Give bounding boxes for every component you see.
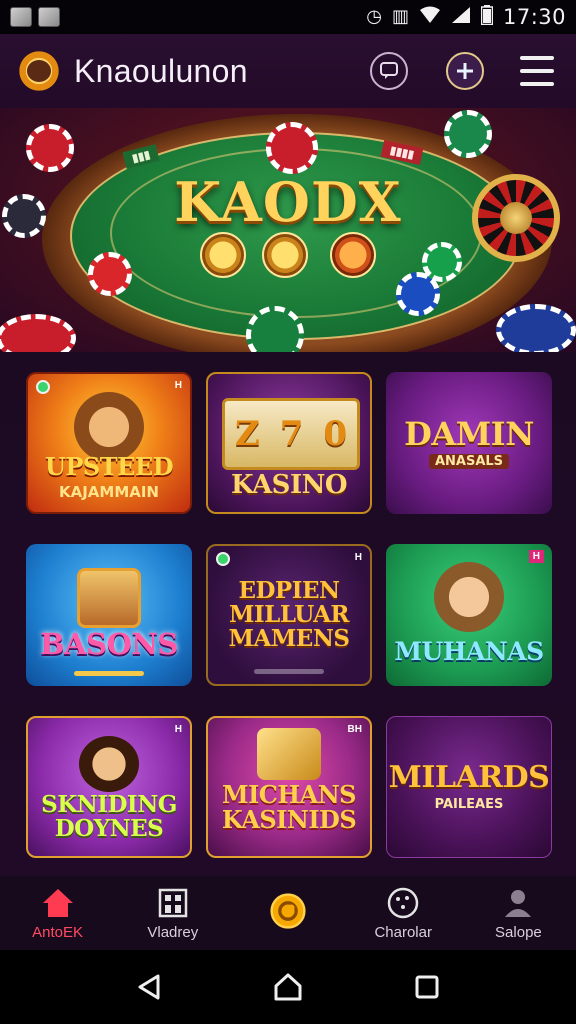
nav-item-games[interactable]: Vladrey xyxy=(115,876,230,950)
bottom-nav: AntoEK Vladrey Charolar Salope xyxy=(0,876,576,950)
profile-icon xyxy=(500,886,536,920)
game-tile[interactable]: BASONS xyxy=(26,544,192,686)
game-title: EDPIEN MILLUAR MAMENS xyxy=(228,576,350,653)
tile-badge: H xyxy=(354,552,362,563)
coin-icon xyxy=(330,232,376,278)
tile-indicator xyxy=(36,380,50,394)
chip-icon xyxy=(385,886,421,920)
reel-symbol: 7 xyxy=(279,414,304,454)
gold-gem-icon xyxy=(257,728,321,780)
tile-indicator xyxy=(216,552,230,566)
app-title: Knaoulunon xyxy=(74,52,248,89)
tile-badge: H xyxy=(528,550,544,563)
back-icon[interactable] xyxy=(129,967,169,1007)
game-subtitle: PAILEAES xyxy=(434,796,504,812)
app-header: Knaoulunon xyxy=(0,34,576,108)
chip-icon xyxy=(422,242,462,282)
chat-icon xyxy=(380,62,398,79)
grid-icon xyxy=(155,886,191,920)
home-icon xyxy=(40,886,76,920)
game-tile[interactable]: Z 7 0 KASINO xyxy=(206,372,372,514)
tile-text: MICHANS KASINIDS xyxy=(214,779,364,834)
chat-button[interactable] xyxy=(370,52,408,90)
battery-icon xyxy=(480,5,494,29)
logo-face xyxy=(27,60,51,82)
game-tile[interactable]: H SKNIDING DOYNES xyxy=(26,716,192,858)
game-tile[interactable]: H MUHANAS xyxy=(386,544,552,686)
chip-icon xyxy=(88,252,132,296)
status-right: ◷ ▥ 17:30 xyxy=(366,5,566,29)
game-tile[interactable]: MILARDS PAILEAES xyxy=(386,716,552,858)
character-portrait-icon xyxy=(434,562,504,632)
clock: 17:30 xyxy=(502,5,566,29)
chip-icon xyxy=(444,110,492,158)
status-notifications xyxy=(10,7,60,27)
roulette-wheel-icon xyxy=(472,174,560,262)
menu-line xyxy=(520,69,554,73)
games-grid: H UPSTEED KAJAMMAIN Z 7 0 KASINO DAMIN A… xyxy=(0,352,576,876)
coin-icon xyxy=(262,232,308,278)
system-nav-bar xyxy=(0,950,576,1024)
game-title: UPSTEED xyxy=(44,452,174,481)
sun-logo-icon[interactable] xyxy=(12,44,66,98)
home-button-icon[interactable] xyxy=(268,967,308,1007)
hero-banner[interactable]: ▮▮▮ ▮▮▮▮ KAODX xyxy=(0,108,576,352)
game-tile[interactable]: DAMIN ANASALS xyxy=(386,372,552,514)
nav-item-profile[interactable]: Salope xyxy=(461,876,576,950)
notification-icon xyxy=(10,7,32,27)
nav-item-home[interactable]: AntoEK xyxy=(0,876,115,950)
character-card-icon xyxy=(77,568,141,628)
add-icon xyxy=(457,63,473,79)
nav-label: Charolar xyxy=(374,923,432,941)
nav-label: Vladrey xyxy=(147,923,199,941)
game-title: MICHANS KASINIDS xyxy=(221,779,357,834)
game-subtitle: KAJAMMAIN xyxy=(58,483,159,501)
add-button[interactable] xyxy=(446,52,484,90)
slot-reels: Z 7 0 xyxy=(222,398,360,470)
chip-icon xyxy=(2,194,46,238)
game-tile[interactable]: H EDPIEN MILLUAR MAMENS xyxy=(206,544,372,686)
game-subtitle: KASINO xyxy=(230,470,348,500)
recents-icon[interactable] xyxy=(407,967,447,1007)
coin-icon xyxy=(270,893,306,929)
alarm-icon: ◷ xyxy=(366,6,382,27)
nav-item-chips[interactable]: Charolar xyxy=(346,876,461,950)
game-tile[interactable]: H UPSTEED KAJAMMAIN xyxy=(26,372,192,514)
reel-symbol: 0 xyxy=(323,414,348,454)
nav-label: Salope xyxy=(495,923,542,941)
character-portrait-icon xyxy=(79,736,139,792)
tile-text: BASONS xyxy=(40,626,178,661)
notification-icon xyxy=(38,7,60,27)
signal-icon xyxy=(451,6,471,28)
wifi-icon xyxy=(419,6,441,28)
game-subtitle: ANASALS xyxy=(428,453,510,469)
vibrate-icon: ▥ xyxy=(391,6,409,27)
tile-text: SKNIDING DOYNES xyxy=(34,790,184,842)
tile-badge: BH xyxy=(347,724,362,735)
tile-text: UPSTEED KAJAMMAIN xyxy=(44,452,174,502)
game-tile[interactable]: BH MICHANS KASINIDS xyxy=(206,716,372,858)
game-title: SKNIDING DOYNES xyxy=(41,790,177,842)
game-title: MILARDS xyxy=(388,759,550,795)
chip-icon xyxy=(496,304,576,352)
tile-bar xyxy=(254,669,324,674)
menu-line xyxy=(520,56,554,60)
game-title: MUHANAS xyxy=(394,636,544,666)
coin-icon xyxy=(200,232,246,278)
tile-bar xyxy=(74,671,144,676)
chip-icon xyxy=(26,124,74,172)
reel-symbol: Z xyxy=(234,414,260,454)
game-title: BASONS xyxy=(40,626,178,661)
tile-badge: H xyxy=(174,724,182,735)
chip-icon xyxy=(266,122,318,174)
tile-badge: H xyxy=(174,380,182,391)
nav-label: AntoEK xyxy=(32,923,84,941)
tile-text: MUHANAS xyxy=(394,636,544,666)
chip-icon xyxy=(0,314,76,352)
status-bar: ◷ ▥ 17:30 xyxy=(0,0,576,34)
menu-icon[interactable] xyxy=(520,56,554,86)
game-title: DAMIN xyxy=(404,414,534,453)
nav-item-coin[interactable] xyxy=(230,876,345,950)
menu-line xyxy=(520,82,554,86)
